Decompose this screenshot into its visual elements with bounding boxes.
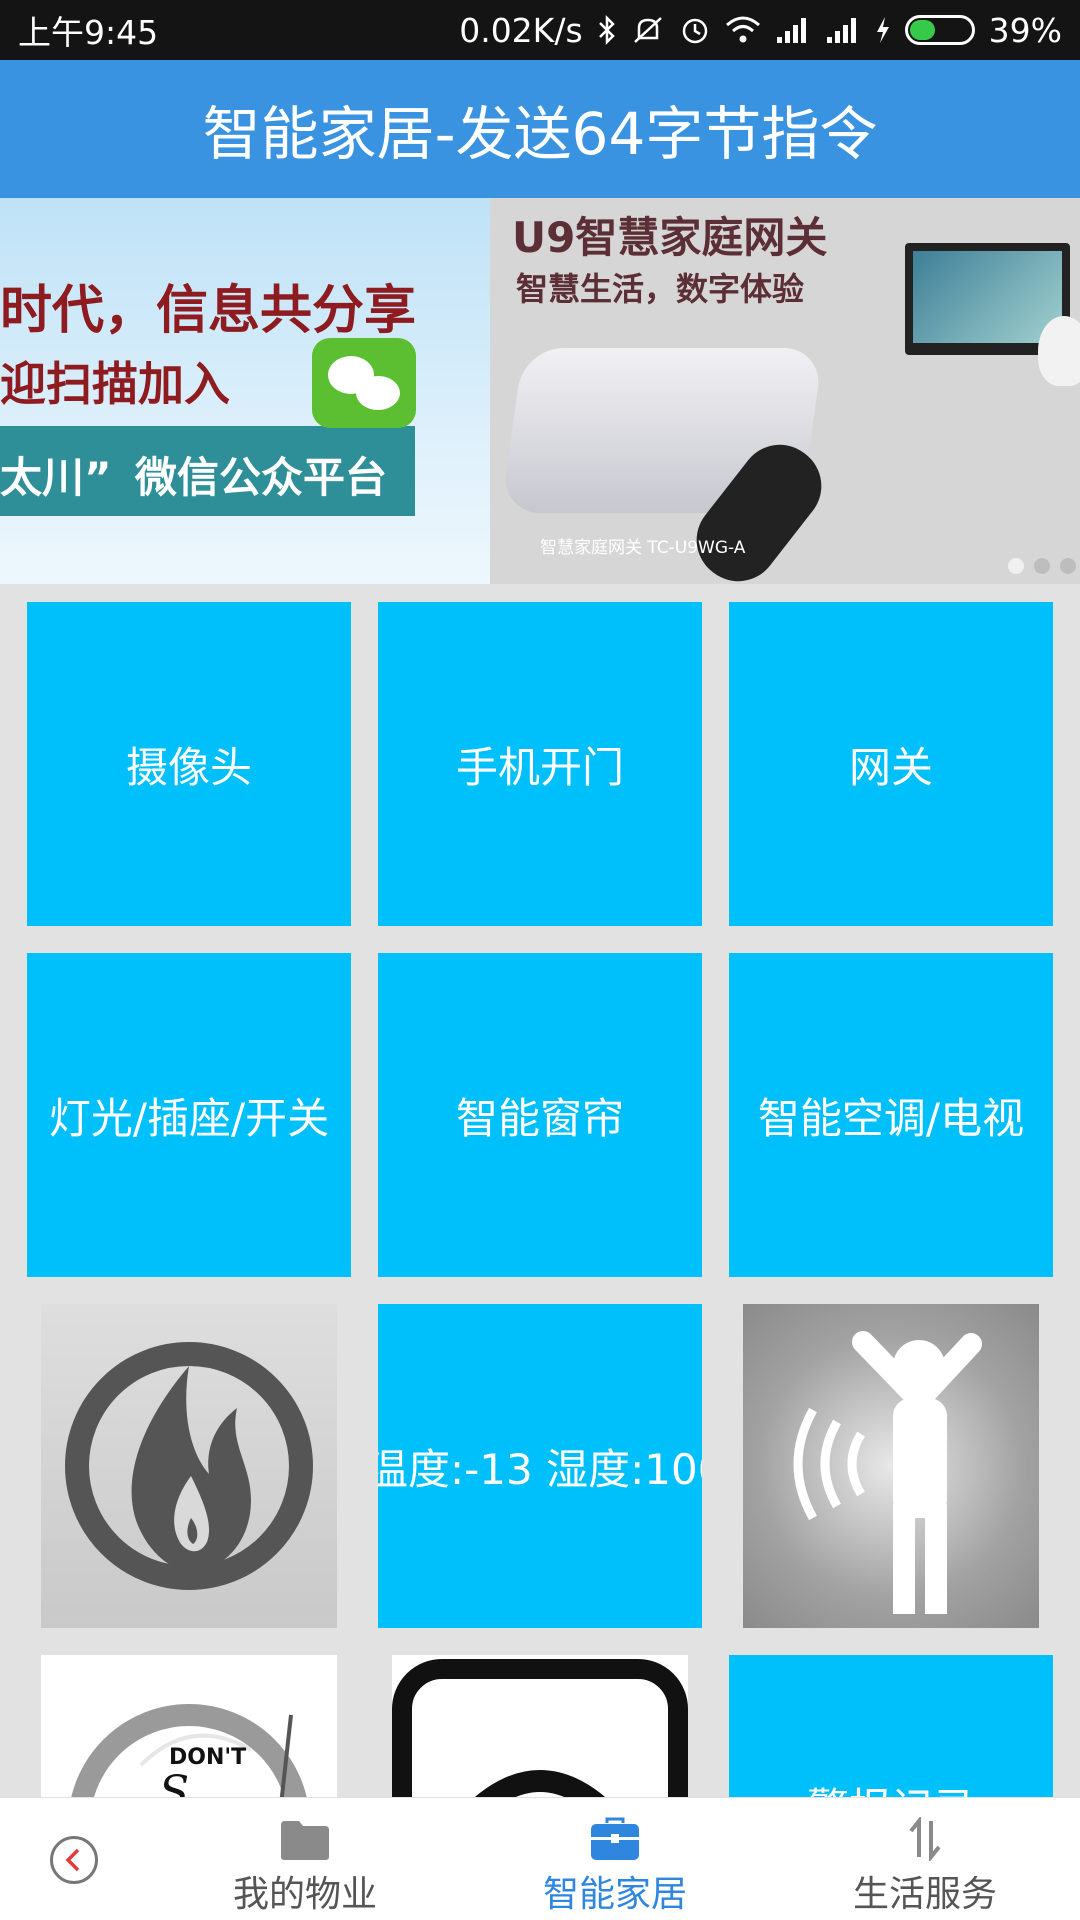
banner-left-line1: 时代，信息共分享 [0, 281, 417, 341]
carousel-dot[interactable] [1008, 558, 1024, 574]
nav-label-property: 我的物业 [232, 1874, 377, 1915]
nav-item-smart-home[interactable]: 智能家居 [515, 1798, 715, 1920]
battery-icon [904, 15, 975, 45]
ip-camera-image [1038, 316, 1080, 386]
briefcase-icon [591, 1817, 639, 1860]
net-speed: 0.02K/s [459, 10, 583, 50]
banner-band: 太川” 微信公众平台 [0, 426, 415, 516]
banner-band-text: 微信公众平台 [135, 453, 388, 502]
tile-gateway-label: 网关 [848, 742, 933, 792]
motion-person-icon [793, 1331, 982, 1614]
gas-flame-icon [65, 1342, 313, 1590]
battery-percent: 39% [988, 10, 1062, 50]
tile-door-label: 手机开门 [455, 742, 624, 792]
folder-icon [281, 1821, 329, 1860]
tile-env-sensor[interactable]: 温度:-13 湿度:100 [378, 1304, 702, 1628]
tile-motion-sensor[interactable] [743, 1304, 1039, 1628]
banner-carousel[interactable]: 时代，信息共分享 迎扫描加入 太川” 微信公众平台 U9智慧家庭网关 智慧生活，… [0, 198, 1080, 584]
tile-ac-tv[interactable]: 智能空调/电视 [729, 953, 1053, 1277]
banner-slide-gateway[interactable]: U9智慧家庭网关 智慧生活，数字体验 智慧家庭网关 TC-U9WG-A [490, 198, 1080, 584]
alarm-icon [682, 18, 707, 44]
tile-light[interactable]: 灯光/插座/开关 [27, 953, 351, 1277]
app-bar: 智能家居-发送64字节指令 [0, 60, 1080, 198]
signal-icon [776, 18, 806, 43]
bottom-nav: 我的物业 智能家居 生活服务 [0, 1797, 1080, 1920]
tile-door[interactable]: 手机开门 [378, 602, 702, 926]
banner-left-line2: 迎扫描加入 [0, 357, 230, 411]
bluetooth-icon [598, 14, 615, 46]
carousel-dot[interactable] [1034, 558, 1050, 574]
signal-icon-2 [826, 18, 856, 43]
wechat-icon [312, 338, 416, 428]
banner-right-title: U9智慧家庭网关 [512, 213, 828, 262]
status-bar: 上午9:45 0.02K/s 39% [0, 0, 1080, 60]
nav-label-life-service: 生活服务 [852, 1874, 997, 1915]
banner-band-quote: 太川” [0, 453, 112, 502]
banner-slide-wechat[interactable]: 时代，信息共分享 迎扫描加入 太川” 微信公众平台 [0, 198, 490, 584]
wifi-icon [725, 16, 760, 43]
tile-curtain-label: 智能窗帘 [455, 1093, 624, 1143]
transfer-arrows-icon [909, 1817, 941, 1861]
env-reading: 温度:-13 湿度:100 [378, 1444, 702, 1494]
tile-curtain[interactable]: 智能窗帘 [378, 953, 702, 1277]
back-button[interactable] [50, 1836, 98, 1884]
banner-right-subtitle: 智慧生活，数字体验 [516, 270, 805, 308]
device-caption: 智慧家庭网关 TC-U9WG-A [540, 538, 746, 558]
tile-gas-sensor[interactable] [41, 1304, 337, 1628]
charging-icon [876, 17, 889, 43]
nav-item-property[interactable]: 我的物业 [205, 1798, 405, 1920]
carousel-dot[interactable] [1060, 558, 1076, 574]
nav-label-smart-home: 智能家居 [542, 1874, 687, 1915]
tile-ac-tv-label: 智能空调/电视 [757, 1093, 1025, 1143]
chevron-left-icon [65, 1848, 80, 1872]
mute-icon [633, 17, 662, 43]
tile-camera[interactable]: 摄像头 [27, 602, 351, 926]
nav-item-life-service[interactable]: 生活服务 [825, 1798, 1025, 1920]
tile-gateway[interactable]: 网关 [729, 602, 1053, 926]
carousel-indicator [1008, 558, 1076, 574]
battery-fill [909, 20, 935, 40]
tile-camera-label: 摄像头 [125, 742, 252, 792]
status-time: 上午9:45 [18, 13, 159, 52]
status-icons: 0.02K/s 39% [459, 11, 1062, 50]
page-title: 智能家居-发送64字节指令 [202, 100, 878, 168]
tile-light-label: 灯光/插座/开关 [48, 1093, 330, 1143]
